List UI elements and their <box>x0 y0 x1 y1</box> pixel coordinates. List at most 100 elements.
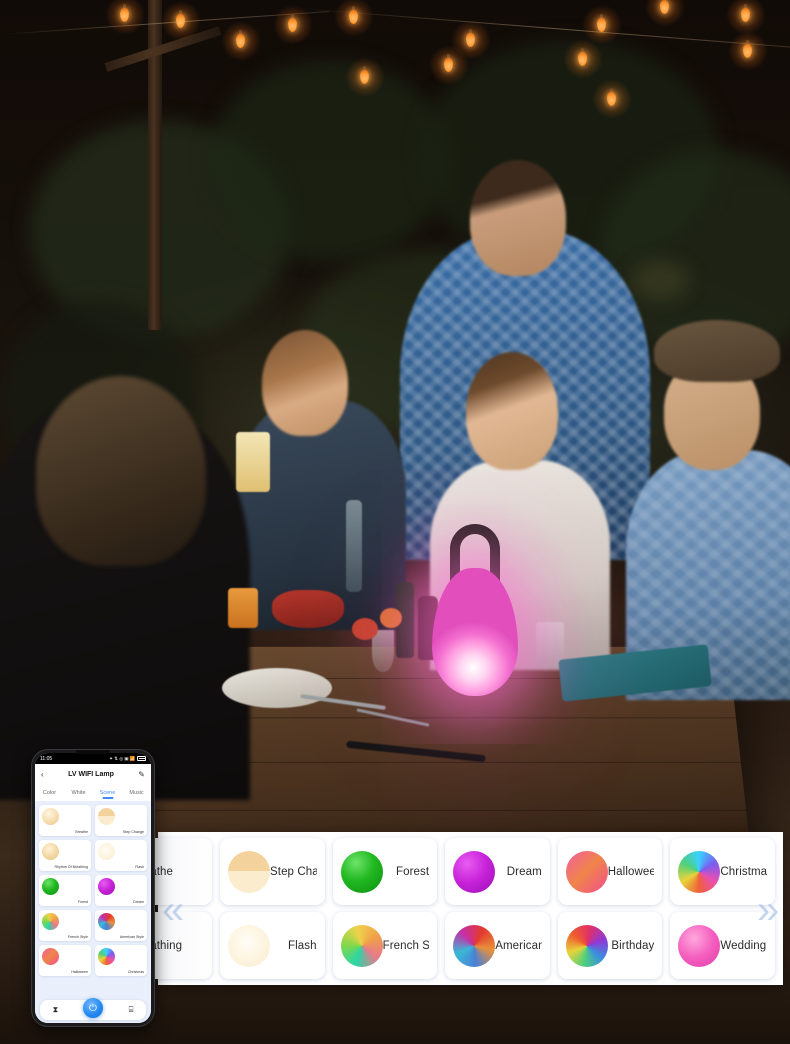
scene-card[interactable]: Forest <box>333 838 438 905</box>
fruit <box>352 618 378 640</box>
rgb-lantern-lamp <box>424 524 524 696</box>
string-light-bulb <box>360 70 369 84</box>
phone-scene-grid: Breathe Step Change Rhythm Of Breathing Fla… <box>35 801 151 997</box>
phone-scene-swatch-icon <box>98 878 115 895</box>
phone-scene-swatch-icon <box>98 948 115 965</box>
carousel-next-icon[interactable]: » <box>757 890 779 930</box>
page-title: LV WIFI Lamp <box>68 771 114 778</box>
fruit-bowl <box>272 590 344 628</box>
table-plank-line <box>114 810 746 811</box>
string-light-bulb <box>236 34 245 48</box>
tab-white[interactable]: White <box>64 790 93 796</box>
scene-row: BreatheStep ChangeForestDreamHalloweenCh… <box>166 838 775 905</box>
phone-scene-label: Christmas <box>128 970 144 974</box>
scene-card-label: Forest <box>383 866 430 878</box>
fruit <box>380 608 402 628</box>
juice-pitcher <box>228 588 258 628</box>
phone-scene-swatch-icon <box>98 913 115 930</box>
phone-scene-card[interactable]: French Style <box>39 910 91 941</box>
scene-card-label: Birthday <box>608 940 655 952</box>
scene-card-label: Dream <box>495 866 542 878</box>
phone-scene-swatch-icon <box>42 843 59 860</box>
string-light-bulb <box>466 33 475 47</box>
string-light-bulb <box>597 18 606 32</box>
string-light-bulb <box>743 44 752 58</box>
phone-scene-card[interactable]: Step Change <box>95 805 147 836</box>
phone-scene-card[interactable]: Breathe <box>39 805 91 836</box>
glass-bottle <box>346 500 362 592</box>
string-light-bulb <box>120 8 129 22</box>
power-button[interactable]: ⏻ <box>83 998 103 1018</box>
scene-card[interactable]: Step Change <box>220 838 325 905</box>
grid-icon[interactable]: ⌸ <box>129 1005 134 1015</box>
phone-scene-swatch-icon <box>98 808 115 825</box>
string-light-bulb <box>444 58 453 72</box>
person-woman-left-head <box>262 330 348 436</box>
string-light-bulb <box>349 10 358 24</box>
scene-swatch-icon <box>566 851 608 893</box>
scene-swatch-icon <box>453 851 495 893</box>
phone-scene-label: American Style <box>120 935 144 939</box>
scene-card[interactable]: Flash <box>220 912 325 979</box>
distant-light-glow <box>630 260 690 300</box>
status-icon-group: ✦ ⇅ ◎ ▣ 📶 <box>109 756 146 762</box>
back-arrow-icon[interactable]: ‹ <box>41 770 44 779</box>
phone-scene-label: Step Change <box>123 830 144 834</box>
scene-selection-panel: BreatheStep ChangeForestDreamHalloweenCh… <box>158 832 783 985</box>
phone-scene-card[interactable]: Dream <box>95 875 147 906</box>
phone-scene-swatch-icon <box>98 843 115 860</box>
screenshot-root: Breathe Step Change Forest Dream Halloween Ch… <box>0 0 790 1044</box>
edit-pencil-icon[interactable]: ✎ <box>138 770 145 779</box>
scene-card-label: American Style <box>495 940 542 952</box>
person-foreground-woman-hair <box>36 376 206 566</box>
phone-scene-card[interactable]: Christmas <box>95 945 147 976</box>
scene-card[interactable]: American Style <box>445 912 550 979</box>
status-time: 11:05 <box>40 756 52 762</box>
foliage-blob <box>210 60 450 260</box>
tab-music[interactable]: Music <box>122 790 151 796</box>
scene-swatch-icon <box>228 851 270 893</box>
person-man-right-hat <box>654 320 780 382</box>
phone-scene-card[interactable]: Rhythm Of Breathing <box>39 840 91 871</box>
plate <box>222 668 332 708</box>
scene-swatch-icon <box>566 925 608 967</box>
phone-status-bar: 11:05 ✦ ⇅ ◎ ▣ 📶 <box>35 753 151 764</box>
scene-card-label: French Style <box>383 940 430 952</box>
phone-scene-card[interactable]: Forest <box>39 875 91 906</box>
scene-card-label: Step Change <box>270 866 317 878</box>
scene-swatch-icon <box>453 925 495 967</box>
scene-row: BreathingFlashFrench StyleAmerican Style… <box>166 912 775 979</box>
phone-scene-card[interactable]: Halloween <box>39 945 91 976</box>
scene-swatch-icon <box>341 851 383 893</box>
phone-scene-card[interactable]: American Style <box>95 910 147 941</box>
phone-scene-label: Halloween <box>71 970 88 974</box>
beer-glass <box>236 432 270 492</box>
tab-color[interactable]: Color <box>35 790 64 796</box>
phone-scene-swatch-icon <box>42 913 59 930</box>
phone-app-bar: ‹ LV WIFI Lamp ✎ <box>35 764 151 785</box>
scene-swatch-icon <box>678 925 720 967</box>
scene-card[interactable]: Dream <box>445 838 550 905</box>
tab-scene[interactable]: Scene <box>93 790 122 796</box>
person-standing-man-head <box>470 160 566 276</box>
string-light-bulb <box>660 0 669 14</box>
phone-scene-card[interactable]: Flash <box>95 840 147 871</box>
person-woman-center-head <box>466 352 558 470</box>
scene-card[interactable]: French Style <box>333 912 438 979</box>
scene-card[interactable]: Halloween <box>558 838 663 905</box>
phone-scene-label: Dream <box>133 900 144 904</box>
status-misc-icons: ✦ ⇅ ◎ ▣ 📶 <box>109 756 135 762</box>
timer-icon[interactable]: ⧗ <box>53 1005 59 1015</box>
phone-scene-label: Forest <box>78 900 88 904</box>
phone-screen: 11:05 ✦ ⇅ ◎ ▣ 📶 ‹ LV WIFI Lamp ✎ Color Wh… <box>35 753 151 1023</box>
phone-scene-label: Flash <box>135 865 144 869</box>
scene-swatch-icon <box>678 851 720 893</box>
phone-bottom-bar: ⧗ ⌸ ⏻ <box>35 997 151 1023</box>
scene-swatch-icon <box>228 925 270 967</box>
phone-scene-swatch-icon <box>42 948 59 965</box>
scene-card-label: Halloween <box>608 866 655 878</box>
carousel-prev-icon[interactable]: « <box>162 890 184 930</box>
phone-notch <box>76 750 110 754</box>
scene-card[interactable]: Birthday <box>558 912 663 979</box>
phone-tab-bar: Color White Scene Music <box>35 785 151 801</box>
